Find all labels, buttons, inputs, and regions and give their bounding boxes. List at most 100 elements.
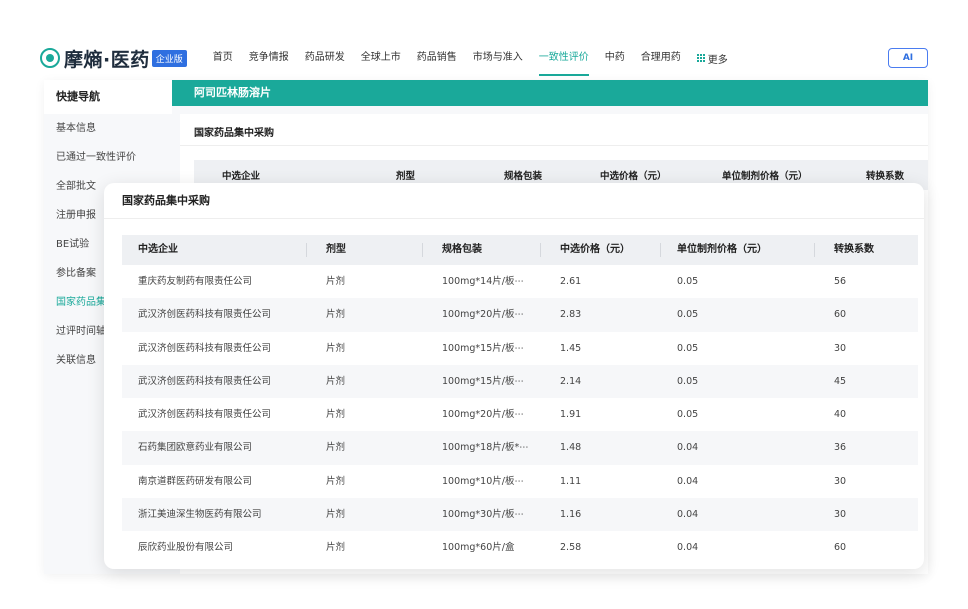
table-cell: 武汉济创医药科技有限责任公司 [138, 409, 272, 421]
table-row[interactable]: 石药集团欧意药业有限公司 片剂 100mg*18片/板*⋯ 1.48 0.04 36 [122, 431, 918, 465]
menu-item-7[interactable]: 中药 [605, 40, 625, 76]
grid-icon [696, 54, 705, 62]
table-cell: 石药集团欧意药业有限公司 [138, 442, 253, 454]
table-cell: 100mg*15片/板⋯ [442, 375, 524, 387]
table-cell: 1.16 [560, 509, 582, 521]
more-menu[interactable]: 更多 [696, 40, 728, 76]
table-cell: 片剂 [326, 342, 346, 354]
sidebar-item-0[interactable]: 基本信息 [44, 114, 172, 143]
table-cell: 100mg*20片/板⋯ [442, 409, 524, 421]
table-cell: 2.58 [560, 542, 582, 554]
table-cell: 56 [834, 276, 847, 287]
table-cell: 100mg*15片/板⋯ [442, 342, 524, 354]
col-header-0[interactable]: 中选企业 [138, 235, 178, 265]
sidebar-item-1[interactable]: 已通过一致性评价 [44, 143, 172, 172]
table-cell: 36 [834, 442, 847, 454]
table-cell: 100mg*18片/板*⋯ [442, 442, 529, 454]
table-cell: 片剂 [326, 509, 346, 521]
menu-item-5[interactable]: 市场与准入 [473, 40, 523, 76]
table-cell: 片剂 [326, 276, 346, 287]
col-header-5[interactable]: 转换系数 [834, 235, 874, 265]
logo-text: 摩熵·医药 [64, 48, 150, 71]
ai-button[interactable]: AI [888, 48, 928, 68]
table-cell: 0.05 [677, 409, 699, 421]
header-divider [814, 243, 815, 257]
menu-item-1[interactable]: 竞争情报 [249, 40, 289, 76]
edition-badge: 企业版 [151, 49, 187, 67]
table-cell: 南京道群医药研发有限公司 [138, 475, 253, 487]
menu-item-6[interactable]: 一致性评价 [538, 40, 589, 76]
col-header-1[interactable]: 剂型 [326, 235, 346, 265]
table-cell: 100mg*10片/板⋯ [442, 475, 524, 487]
table-cell: 0.05 [677, 276, 699, 287]
table-cell: 辰欣药业股份有限公司 [138, 542, 234, 554]
table-row[interactable]: 浙江美迪深生物医药有限公司 片剂 100mg*30片/板⋯ 1.16 0.04 30 [122, 498, 918, 532]
table-row[interactable]: 武汉济创医药科技有限责任公司 片剂 100mg*20片/板⋯ 2.83 0.05 60 [122, 298, 918, 332]
table-cell: 武汉济创医药科技有限责任公司 [138, 309, 272, 321]
more-label: 更多 [707, 54, 728, 66]
table-cell: 1.48 [560, 442, 582, 454]
back-col-header-3: 中选价格（元） [600, 171, 667, 182]
table-row[interactable]: 重庆药友制药有限责任公司 片剂 100mg*14片/板⋯ 2.61 0.05 56 [122, 265, 918, 298]
back-col-header-2: 规格包装 [504, 171, 543, 182]
table-cell: 100mg*20片/板⋯ [442, 309, 524, 321]
table-cell: 1.11 [560, 475, 582, 487]
col-header-4[interactable]: 单位制剂价格（元） [677, 235, 767, 265]
header-divider [540, 243, 541, 257]
table-cell: 浙江美迪深生物医药有限公司 [138, 509, 262, 521]
table-cell: 片剂 [326, 375, 346, 387]
drug-name: 阿司匹林肠溶片 [194, 86, 271, 99]
table-cell: 0.04 [677, 442, 699, 454]
table-cell: 2.14 [560, 375, 582, 387]
table-cell: 30 [834, 475, 847, 487]
drug-title-bar: 阿司匹林肠溶片 [172, 80, 928, 106]
table-cell: 45 [834, 375, 847, 387]
table-cell: 0.05 [677, 309, 699, 321]
menu-item-8[interactable]: 合理用药 [641, 40, 681, 76]
table-row[interactable]: 武汉济创医药科技有限责任公司 片剂 100mg*20片/板⋯ 1.91 0.05 40 [122, 398, 918, 431]
table-cell: 片剂 [326, 409, 346, 421]
table-cell: 1.91 [560, 409, 582, 421]
top-nav: 摩熵·医药 企业版 首页 竞争情报 药品研发 全球上市 药品销售 市场与准入 一致性评价 中药… [40, 40, 928, 76]
table-row[interactable]: 辰欣药业股份有限公司 片剂 100mg*60片/盒 2.58 0.04 60 [122, 531, 918, 564]
table-cell: 0.05 [677, 342, 699, 354]
sidebar-title: 快捷导航 [44, 80, 172, 114]
table-cell: 1.45 [560, 342, 582, 354]
ai-label: AI [902, 53, 914, 63]
menu-item-3[interactable]: 全球上市 [361, 40, 401, 76]
logo[interactable]: 摩熵·医药 企业版 [40, 40, 187, 76]
header-divider [422, 243, 423, 257]
table-cell: 武汉济创医药科技有限责任公司 [138, 375, 272, 387]
logo-icon [40, 48, 60, 68]
back-col-header-5: 转换系数 [866, 171, 905, 182]
table-cell: 2.83 [560, 309, 582, 321]
table-body: 重庆药友制药有限责任公司 片剂 100mg*14片/板⋯ 2.61 0.05 56 武汉济创… [122, 265, 918, 565]
table-cell: 0.04 [677, 509, 699, 521]
table-cell: 重庆药友制药有限责任公司 [138, 276, 253, 287]
table-row[interactable]: 武汉济创医药科技有限责任公司 片剂 100mg*15片/板⋯ 1.45 0.05 30 [122, 332, 918, 365]
menu-item-2[interactable]: 药品研发 [305, 40, 345, 76]
popup-title: 国家药品集中采购 [104, 183, 924, 219]
col-header-2[interactable]: 规格包装 [442, 235, 482, 265]
table-header: 中选企业 剂型 规格包装 中选价格（元） 单位制剂价格（元） 转换系数 [122, 235, 918, 265]
table-cell: 100mg*60片/盒 [442, 542, 515, 554]
table-cell: 0.04 [677, 542, 699, 554]
back-section-title: 国家药品集中采购 [180, 114, 928, 146]
col-header-3[interactable]: 中选价格（元） [560, 235, 630, 265]
table-cell: 100mg*14片/板⋯ [442, 276, 524, 287]
table-cell: 40 [834, 409, 847, 421]
table-cell: 武汉济创医药科技有限责任公司 [138, 342, 272, 354]
table-cell: 30 [834, 342, 847, 354]
menu-item-0[interactable]: 首页 [213, 40, 233, 76]
table-row[interactable]: 南京道群医药研发有限公司 片剂 100mg*10片/板⋯ 1.11 0.04 30 [122, 465, 918, 498]
table-cell: 片剂 [326, 475, 346, 487]
table-cell: 30 [834, 509, 847, 521]
app-screen: 摩熵·医药 企业版 首页 竞争情报 药品研发 全球上市 药品销售 市场与准入 一致性评价 中药… [0, 0, 968, 609]
table-row[interactable]: 武汉济创医药科技有限责任公司 片剂 100mg*15片/板⋯ 2.14 0.05 45 [122, 364, 918, 399]
table-cell: 片剂 [326, 442, 346, 454]
procurement-table: 中选企业 剂型 规格包装 中选价格（元） 单位制剂价格（元） 转换系数 重庆药友制药有限责… [122, 235, 918, 565]
menu-item-4[interactable]: 药品销售 [417, 40, 457, 76]
back-col-header-1: 剂型 [396, 171, 416, 182]
header-divider [306, 243, 307, 257]
table-cell: 片剂 [326, 542, 346, 554]
